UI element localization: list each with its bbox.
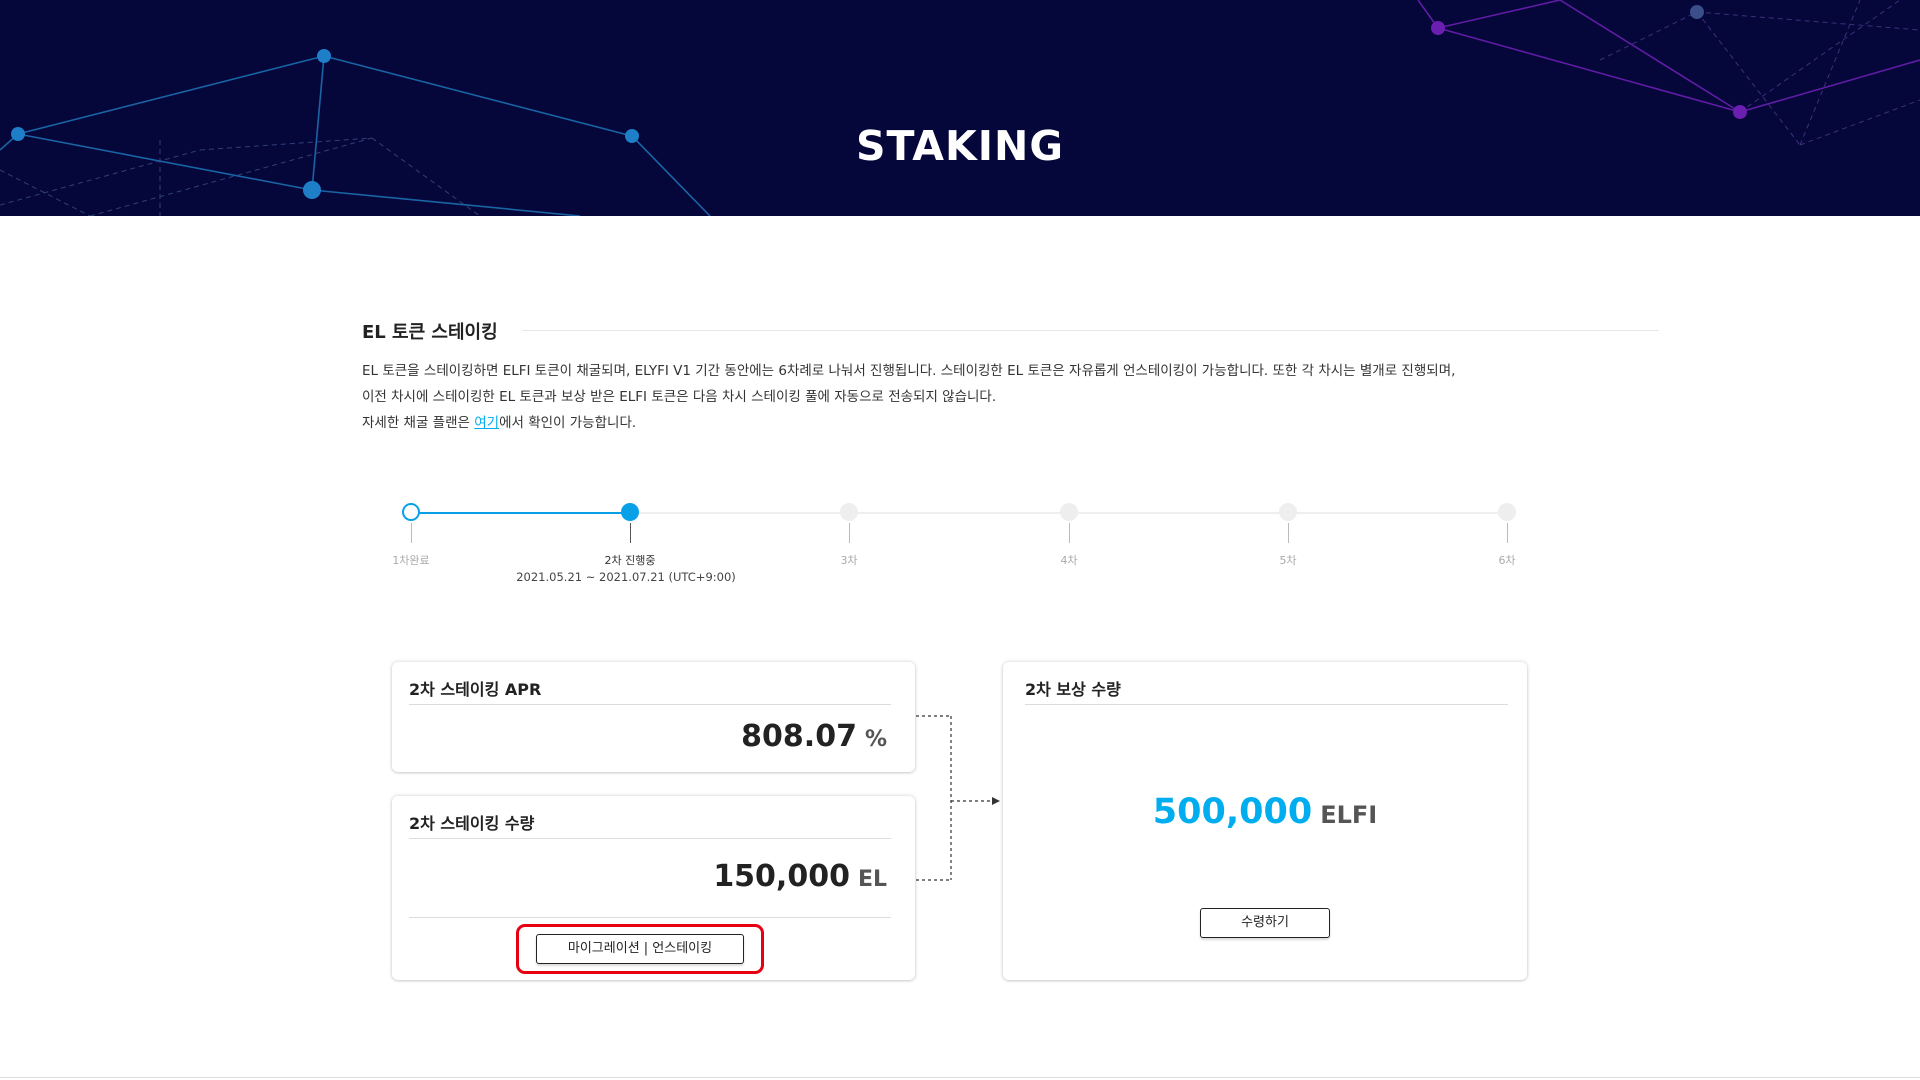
reward-amount-number: 500,000: [1152, 792, 1313, 832]
reward-amount-unit: ELFI: [1320, 801, 1378, 829]
claim-reward-button[interactable]: 수령하기: [1200, 908, 1330, 938]
reward-amount-value: 500,000 ELFI: [1003, 792, 1527, 832]
reward-card-divider: [1025, 704, 1508, 705]
cards-connector: [916, 715, 1000, 881]
arrow-right-icon: [992, 797, 1000, 805]
footer-divider: [0, 1077, 1920, 1078]
reward-card-title: 2차 보상 수량: [1025, 680, 1121, 699]
